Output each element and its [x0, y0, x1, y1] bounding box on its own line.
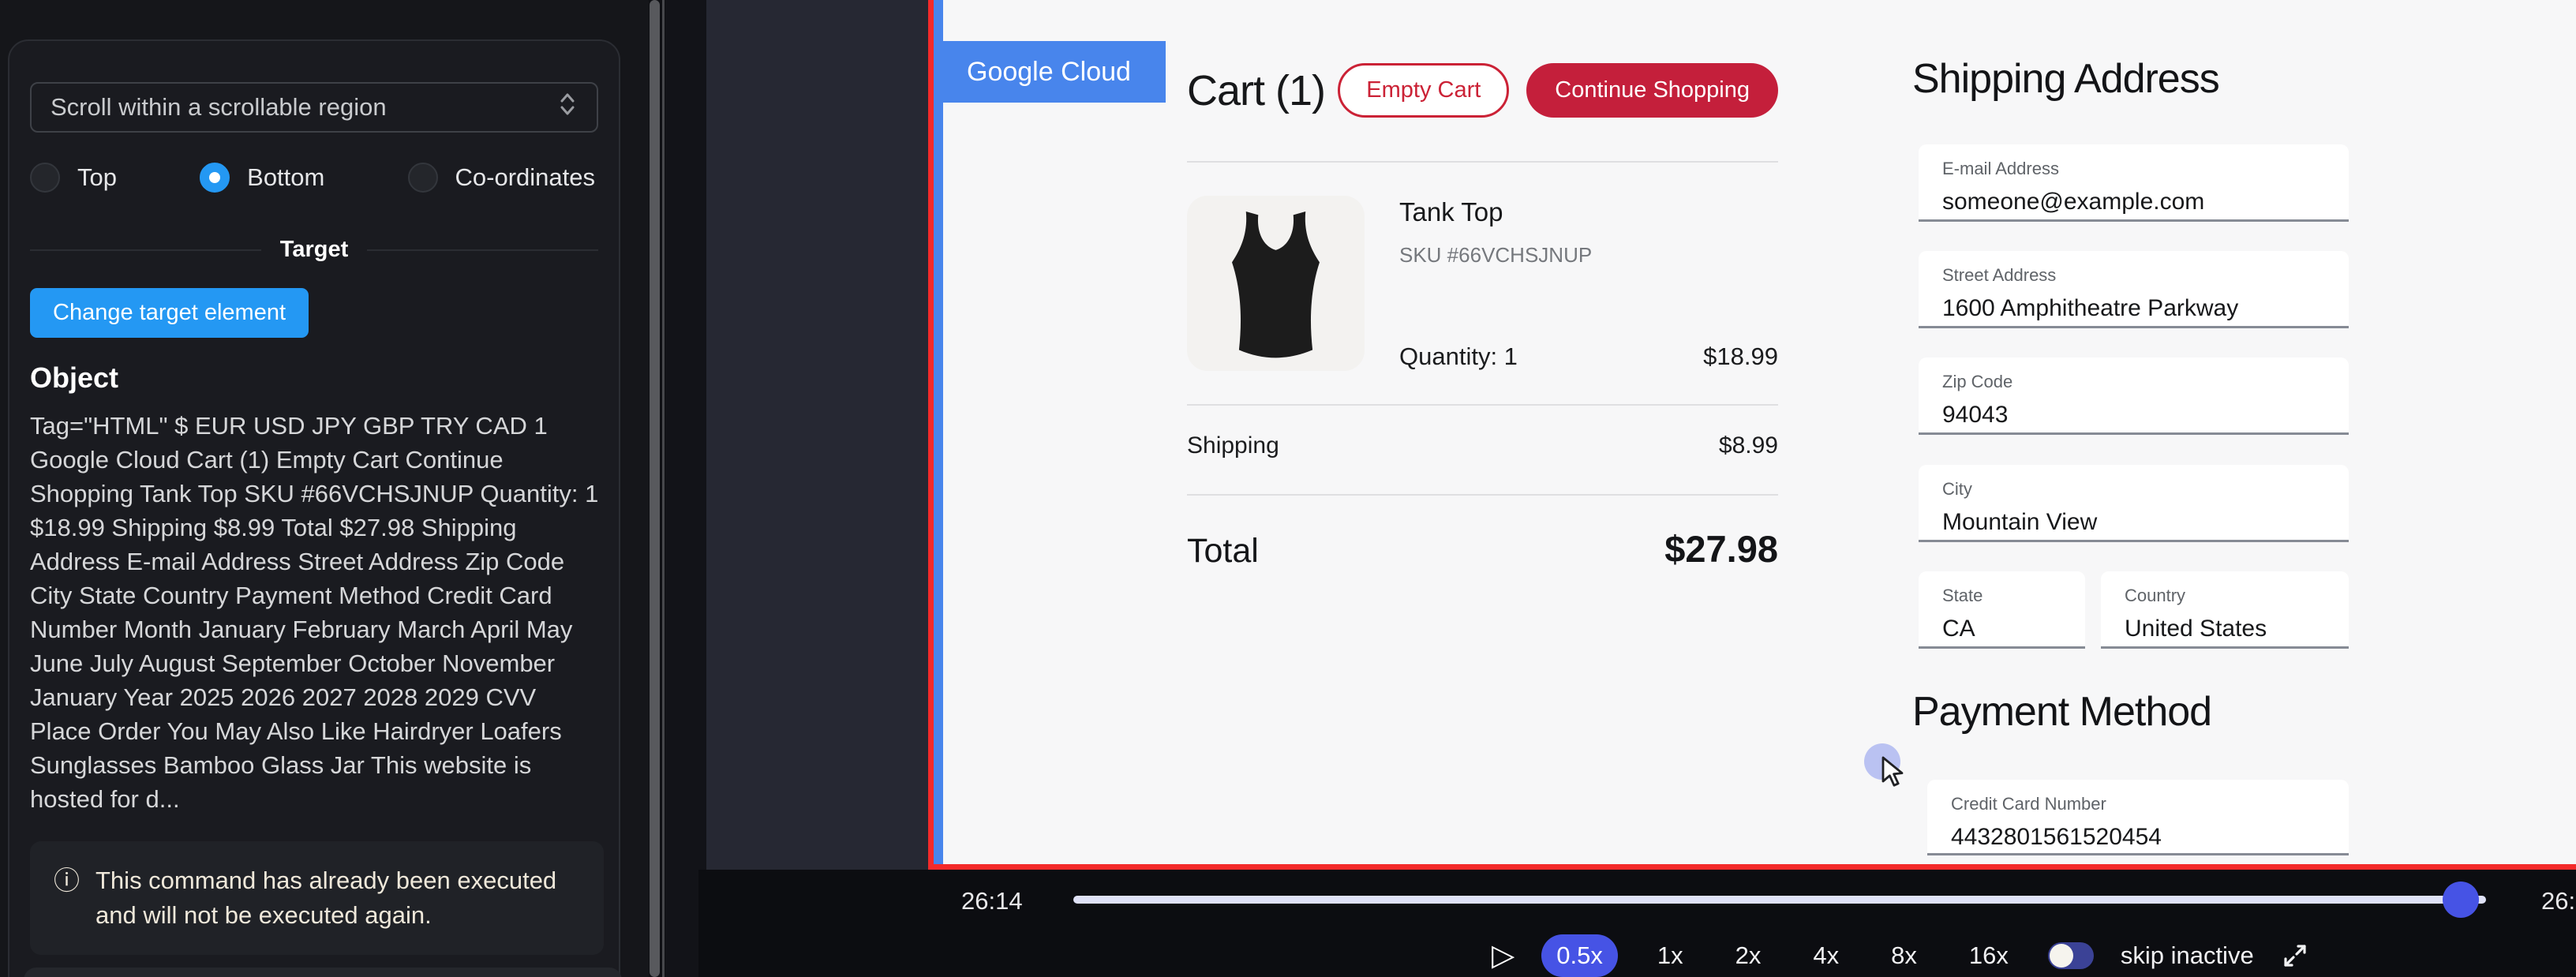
total-value: $27.98: [1664, 527, 1778, 571]
radio-coordinates-label: Co-ordinates: [455, 163, 595, 192]
fullscreen-icon[interactable]: [2281, 941, 2309, 970]
shipping-cost-row: Shipping $8.99: [1187, 432, 1778, 459]
credit-card-number-field[interactable]: Credit Card Number 4432801561520454: [1927, 780, 2349, 855]
divider-line: [30, 249, 261, 251]
country-field-label: Country: [2125, 586, 2325, 606]
shipping-value: $8.99: [1719, 432, 1778, 459]
empty-cart-button[interactable]: Empty Cart: [1338, 63, 1509, 118]
zip-field-value: 94043: [1942, 402, 2325, 429]
cart-item-details: Tank Top SKU #66VCHSJNUP Quantity: 1 $18…: [1399, 196, 1778, 371]
sidebar-scrollbar-edge: [662, 0, 665, 977]
email-field[interactable]: E-mail Address someone@example.com: [1919, 144, 2349, 222]
current-time: 26:14: [961, 887, 1023, 915]
command-type-value: Scroll within a scrollable region: [51, 93, 557, 122]
timeline-thumb[interactable]: [2443, 882, 2479, 918]
object-heading: Object: [30, 361, 598, 395]
state-field-label: State: [1942, 586, 2061, 606]
target-section-divider: Target: [30, 237, 598, 263]
city-field[interactable]: City Mountain View: [1919, 465, 2349, 542]
product-sku: SKU #66VCHSJNUP: [1399, 243, 1778, 268]
play-button[interactable]: ▷: [1492, 941, 1515, 971]
radio-bottom[interactable]: Bottom: [200, 163, 324, 193]
replay-border-left: [928, 0, 934, 870]
divider: [1187, 494, 1778, 496]
cart-item-row: Tank Top SKU #66VCHSJNUP Quantity: 1 $18…: [1187, 196, 1778, 371]
radio-bottom-label: Bottom: [247, 163, 324, 192]
total-row: Total $27.98: [1187, 527, 1778, 571]
replay-cursor-icon: [1880, 756, 1911, 795]
speed-8x-button[interactable]: 8x: [1878, 934, 1930, 977]
skip-inactive-toggle[interactable]: [2048, 942, 2094, 969]
product-image-tank-top: [1187, 196, 1365, 371]
playback-bar: 26:14 26:1 ▷ 0.5x 1x 2x 4x 8x 16x skip i…: [698, 870, 2576, 977]
state-field[interactable]: State CA: [1919, 571, 2085, 649]
city-field-label: City: [1942, 479, 2325, 500]
radio-coordinates-dot[interactable]: [408, 163, 438, 193]
cart-header: Cart (1) Empty Cart Continue Shopping: [1187, 63, 1778, 118]
radio-top-dot[interactable]: [30, 163, 60, 193]
product-price: $18.99: [1703, 343, 1778, 371]
timeline-slider[interactable]: [1073, 896, 2486, 904]
scroll-anchor-radio-group: Top Bottom Co-ordinates: [30, 163, 598, 193]
shipping-label: Shipping: [1187, 432, 1279, 459]
card-field-label: Credit Card Number: [1951, 794, 2325, 814]
divider: [1187, 161, 1778, 163]
street-field-value: 1600 Amphitheatre Parkway: [1942, 295, 2325, 322]
email-field-value: someone@example.com: [1942, 189, 2325, 215]
sidebar-scrollbar-thumb[interactable]: [650, 0, 660, 977]
radio-bottom-dot[interactable]: [200, 163, 230, 193]
product-name: Tank Top: [1399, 197, 1778, 227]
panel-gutter: [665, 0, 706, 977]
replayed-webpage: Google Cloud Cart (1) Empty Cart Continu…: [943, 0, 2576, 864]
speed-2x-button[interactable]: 2x: [1723, 934, 1774, 977]
sidebar-scrollbar[interactable]: [649, 0, 665, 977]
target-section-label: Target: [280, 237, 348, 263]
page-left-rail: [934, 0, 943, 864]
radio-top[interactable]: Top: [30, 163, 117, 193]
shipping-address-heading: Shipping Address: [1912, 55, 2219, 103]
total-label: Total: [1187, 532, 1259, 571]
payment-method-heading: Payment Method: [1912, 688, 2211, 736]
end-time: 26:1: [2541, 887, 2576, 915]
command-detail-panel: Scroll within a scrollable region Top Bo…: [8, 39, 620, 977]
country-field[interactable]: Country United States: [2101, 571, 2349, 649]
notice-text: This command has already been executed a…: [95, 863, 580, 933]
next-command-panel-edge: [24, 968, 622, 977]
speed-0.5x-button[interactable]: 0.5x: [1541, 934, 1618, 977]
country-field-value: United States: [2125, 616, 2325, 642]
street-field-label: Street Address: [1942, 265, 2325, 286]
google-cloud-badge: Google Cloud: [943, 41, 1166, 103]
radio-top-label: Top: [77, 163, 117, 192]
player-controls: ▷ 0.5x 1x 2x 4x 8x 16x skip inactive: [1492, 934, 2309, 977]
state-field-value: CA: [1942, 616, 2061, 642]
toggle-knob: [2050, 944, 2073, 968]
already-executed-notice: ⓘ This command has already been executed…: [30, 841, 604, 955]
zip-field-label: Zip Code: [1942, 372, 2325, 392]
command-type-select[interactable]: Scroll within a scrollable region: [30, 82, 598, 133]
info-icon: ⓘ: [54, 863, 80, 898]
divider: [1187, 404, 1778, 406]
change-target-button[interactable]: Change target element: [30, 288, 309, 338]
product-quantity: Quantity: 1: [1399, 343, 1518, 371]
radio-coordinates[interactable]: Co-ordinates: [408, 163, 595, 193]
skip-inactive-label: skip inactive: [2121, 941, 2254, 970]
email-field-label: E-mail Address: [1942, 159, 2325, 179]
speed-16x-button[interactable]: 16x: [1956, 934, 2021, 977]
speed-1x-button[interactable]: 1x: [1645, 934, 1696, 977]
command-sidebar: Scroll within a scrollable region Top Bo…: [0, 0, 649, 977]
object-text: Tag="HTML" $ EUR USD JPY GBP TRY CAD 1 G…: [30, 409, 604, 816]
cart-title: Cart (1): [1187, 66, 1325, 115]
replay-border-bottom: [928, 864, 2576, 870]
divider-line: [367, 249, 598, 251]
speed-4x-button[interactable]: 4x: [1800, 934, 1852, 977]
zip-code-field[interactable]: Zip Code 94043: [1919, 357, 2349, 435]
select-updown-icon: [557, 90, 578, 125]
city-field-value: Mountain View: [1942, 509, 2325, 536]
street-address-field[interactable]: Street Address 1600 Amphitheatre Parkway: [1919, 251, 2349, 328]
card-field-value: 4432801561520454: [1951, 824, 2325, 851]
continue-shopping-button[interactable]: Continue Shopping: [1526, 63, 1778, 118]
